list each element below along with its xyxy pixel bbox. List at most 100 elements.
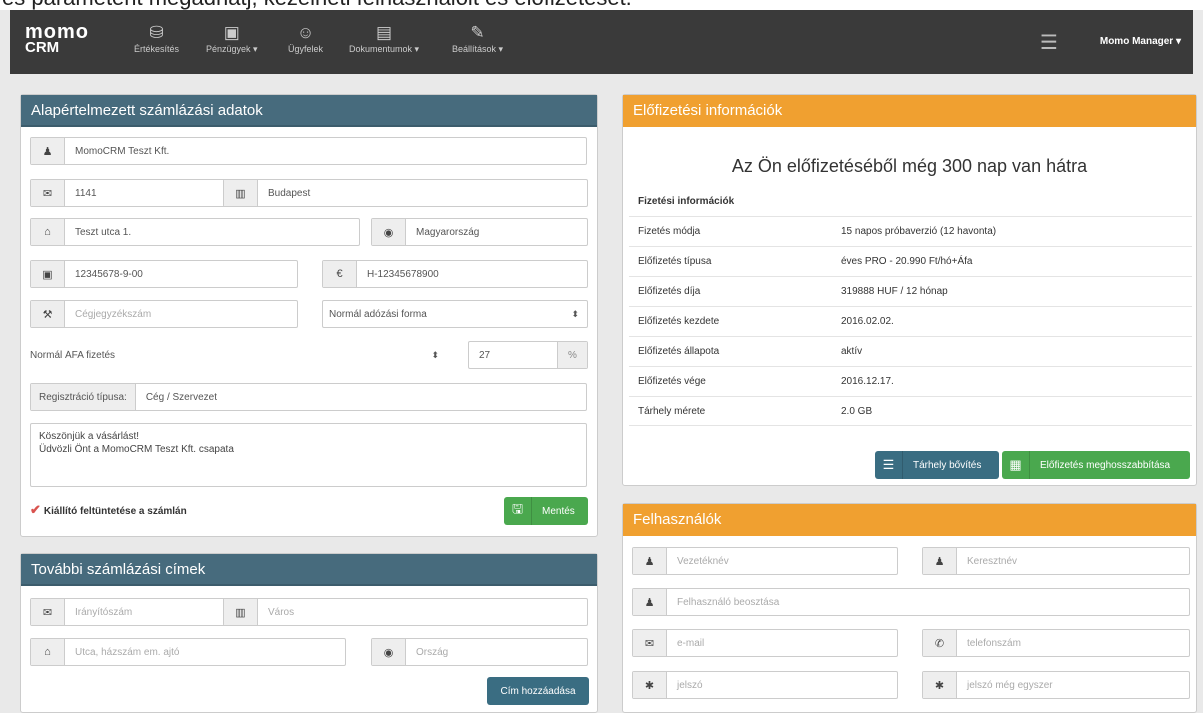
company-field[interactable]: ♟ MomoCRM Teszt Kft. — [30, 137, 587, 165]
globe-icon: ◉ — [372, 219, 406, 245]
phone-placeholder: telefonszám — [967, 637, 1021, 649]
position-field[interactable]: ♟ Felhasználó beosztása — [632, 588, 1190, 616]
street-value: Teszt utca 1. — [75, 226, 132, 238]
eu-tax-field[interactable]: € H-12345678900 — [322, 260, 588, 288]
vat-rate-field[interactable]: 27% — [468, 341, 588, 369]
email-field[interactable]: ✉ e-mail — [632, 629, 898, 657]
note-line: Üdvözli Önt a MomoCRM Teszt Kft. csapata — [39, 444, 234, 455]
row-value: aktív — [841, 346, 863, 357]
tax-id-field[interactable]: ▣ 12345678-9-00 — [30, 260, 298, 288]
row-value: 319888 HUF / 12 hónap — [841, 286, 948, 297]
nav-label: Pénzügyek ▾ — [206, 44, 258, 54]
row-key: Előfizetés kezdete — [638, 316, 720, 327]
address-country-field[interactable]: ◉ Ország — [371, 638, 588, 666]
add-address-button[interactable]: Cím hozzáadása — [487, 677, 589, 705]
table-row: Előfizetés díja 319888 HUF / 12 hónap — [629, 276, 1192, 306]
user-menu[interactable]: Momo Manager ▾ — [1100, 36, 1181, 47]
building-icon: ▥ — [224, 599, 258, 625]
row-key: Tárhely mérete — [638, 405, 706, 417]
subscription-panel: Előfizetési információk Az Ön előfizetés… — [622, 94, 1197, 486]
address-zip-field[interactable]: ✉ Irányítószám — [30, 598, 229, 626]
reg-number-placeholder: Cégjegyzékszám — [75, 308, 152, 320]
row-key: Fizetés módja — [638, 226, 701, 237]
vat-mode-select[interactable]: Normál ÁFA fizetés ⬍ — [30, 341, 447, 369]
lastname-field[interactable]: ♟ Vezetéknév — [632, 547, 898, 575]
asterisk-icon: ✱ — [923, 672, 957, 698]
page-caption: és paraméterit megadhatj, kezelheti felh… — [0, 0, 1203, 10]
users-panel: Felhasználók ♟ Vezetéknév ♟ Keresztnév ♟ Fe… — [622, 503, 1197, 713]
gavel-icon: ⚒ — [31, 301, 65, 327]
asterisk-icon: ✱ — [633, 672, 667, 698]
list-icon[interactable]: ☰ — [1040, 30, 1058, 54]
city-placeholder: Város — [268, 606, 295, 618]
reg-type-value: Cég / Szervezet — [145, 391, 217, 403]
building-icon: ▥ — [224, 180, 258, 206]
row-key: Előfizetés típusa — [638, 256, 712, 267]
tax-form-value: Normál adózási forma — [329, 308, 427, 320]
zip-field[interactable]: ✉ 1141 — [30, 179, 229, 207]
payment-section-title: Fizetési információk — [638, 195, 735, 207]
nav-item-clients[interactable]: ☺ Ügyfelek — [288, 22, 323, 54]
city-field[interactable]: ▥ Budapest — [223, 179, 588, 207]
percent-addon: % — [557, 342, 587, 368]
invoice-note-textarea[interactable]: Köszönjük a vásárlást! Üdvözli Önt a Mom… — [30, 423, 587, 487]
table-row: Előfizetés kezdete 2016.02.02. — [629, 306, 1192, 336]
save-button[interactable]: 🖫 Mentés — [504, 497, 588, 525]
table-row: Előfizetés vége 2016.12.17. — [629, 366, 1192, 396]
globe-icon: ◉ — [372, 639, 406, 665]
nav-item-sales[interactable]: ⛁ Értékesítés — [134, 22, 179, 54]
reg-type-label: Regisztráció típusa: — [31, 384, 136, 410]
caption-text: és paraméterit megadhatj, kezelheti felh… — [2, 0, 632, 10]
row-key: Előfizetés vége — [638, 376, 706, 387]
floppy-icon: 🖫 — [504, 497, 532, 525]
address-city-field[interactable]: ▥ Város — [223, 598, 588, 626]
logo-text: momo — [25, 21, 89, 43]
show-issuer-checkbox[interactable]: ✔ Kiállító feltüntetése a számlán — [30, 502, 187, 518]
nav-item-finance[interactable]: ▣ Pénzügyek ▾ — [206, 22, 258, 55]
reg-number-field[interactable]: ⚒ Cégjegyzékszám — [30, 300, 298, 328]
address-street-field[interactable]: ⌂ Utca, házszám em. ajtó — [30, 638, 346, 666]
table-row: Előfizetés állapota aktív — [629, 336, 1192, 366]
nav-label: Ügyfelek — [288, 44, 324, 54]
user-icon: ♟ — [633, 589, 667, 615]
country-field[interactable]: ◉ Magyarország — [371, 218, 588, 246]
street-field[interactable]: ⌂ Teszt utca 1. — [30, 218, 360, 246]
row-value: éves PRO - 20.990 Ft/hó+Áfa — [841, 256, 973, 267]
nav-item-settings[interactable]: ✎ Beállítások ▾ — [452, 22, 503, 55]
country-placeholder: Ország — [416, 646, 449, 658]
checkmark-icon: ✔ — [30, 502, 41, 517]
billing-panel: Alapértelmezett számlázási adatok ♟ MomoC… — [20, 94, 598, 537]
remaining-days: Az Ön előfizetéséből még 300 nap van hát… — [731, 156, 1088, 176]
storage-expand-button[interactable]: ☰ Tárhely bővítés — [875, 451, 999, 479]
payment-table: Fizetési információk Fizetés módja 15 nap… — [629, 186, 1192, 426]
password-confirm-placeholder: jelszó még egyszer — [967, 679, 1053, 691]
envelope-icon: ✉ — [31, 599, 65, 625]
euro-icon: € — [323, 261, 357, 287]
tax-form-select[interactable]: Normál adózási forma ⬍ — [322, 300, 588, 328]
money-icon: ▣ — [31, 261, 65, 287]
country-value: Magyarország — [416, 226, 480, 238]
reg-type-field[interactable]: Regisztráció típusa: Cég / Szervezet — [30, 383, 587, 411]
select-arrows-icon: ⬍ — [571, 308, 579, 319]
firstname-field[interactable]: ♟ Keresztnév — [922, 547, 1190, 575]
user-icon: ☺ — [296, 23, 315, 42]
email-placeholder: e-mail — [677, 637, 705, 649]
document-icon: ▤ — [375, 23, 393, 42]
nav-label: Beállítások ▾ — [452, 44, 504, 54]
lastname-placeholder: Vezetéknév — [677, 555, 729, 567]
phone-field[interactable]: ✆ telefonszám — [922, 629, 1190, 657]
user-icon: ♟ — [923, 548, 957, 574]
city-value: Budapest — [268, 187, 311, 199]
table-row: Előfizetés típusa éves PRO - 20.990 Ft/hó… — [629, 246, 1192, 276]
zip-value: 1141 — [75, 187, 97, 199]
envelope-icon: ✉ — [31, 180, 65, 206]
billing-title: Alapértelmezett számlázási adatok — [21, 95, 597, 127]
nav-item-documents[interactable]: ▤ Dokumentumok ▾ — [349, 22, 419, 55]
users-title: Felhasználók — [623, 504, 1196, 536]
addresses-title: További számlázási címek — [21, 554, 597, 586]
row-key: Előfizetés állapota — [638, 346, 720, 357]
user-icon: ♟ — [633, 548, 667, 574]
logo[interactable]: momo CRM — [25, 21, 89, 55]
table-row: Fizetés módja 15 napos próbaverzió (12 ha… — [629, 216, 1192, 246]
extend-subscription-button[interactable]: ▦ Előfizetés meghosszabbítása — [1002, 451, 1190, 479]
